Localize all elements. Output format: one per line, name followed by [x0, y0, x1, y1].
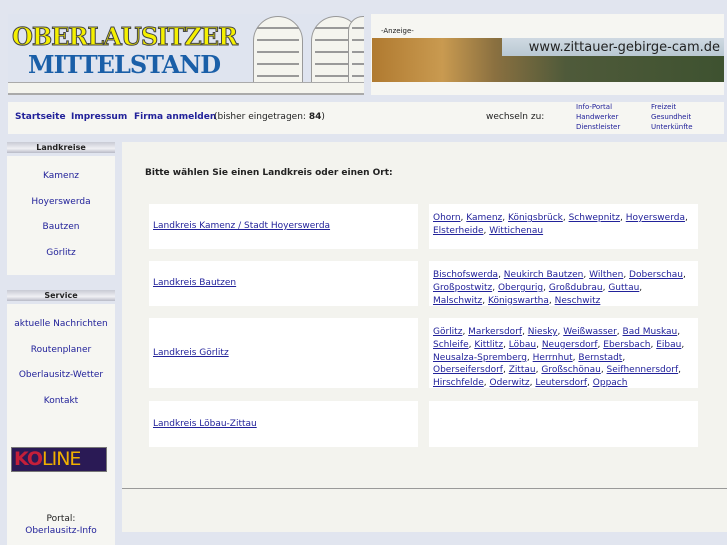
place-link[interactable]: Kittlitz	[474, 340, 503, 350]
portal-link[interactable]: Oberlausitz-Info	[25, 526, 96, 536]
district-link[interactable]: Landkreis Görlitz	[153, 347, 229, 360]
district-link[interactable]: Landkreis Löbau-Zittau	[153, 418, 257, 431]
link-gesundheit[interactable]: Gesundheit	[651, 113, 691, 121]
place-link[interactable]: Wittichenau	[489, 226, 543, 236]
place-link[interactable]: Hirschfelde	[433, 378, 484, 388]
koline-banner[interactable]: KOLINE	[11, 447, 107, 472]
places-card: Bischofswerda, Neukirch Bautzen, Wilthen…	[429, 261, 698, 306]
place-link[interactable]: Ohorn	[433, 213, 461, 223]
place-link[interactable]: Wilthen	[589, 270, 623, 280]
place-link[interactable]: Doberschau	[629, 270, 683, 280]
link-freizeit[interactable]: Freizeit	[651, 103, 676, 111]
link-info-portal[interactable]: Info-Portal	[576, 103, 612, 111]
place-link[interactable]: Görlitz	[433, 327, 462, 337]
place-link[interactable]: Eibau	[656, 340, 681, 350]
portal-label: Portal:	[46, 514, 76, 524]
sidebar-item-goerlitz[interactable]: Görlitz	[7, 241, 115, 267]
place-link[interactable]: Obergurig	[498, 283, 543, 293]
service-header: Service	[7, 290, 115, 301]
ad-text: www.zittauer-gebirge-cam.de	[528, 40, 720, 55]
place-link[interactable]: Ebersbach	[603, 340, 650, 350]
advertisement[interactable]: -Anzeige- www.zittauer-gebirge-cam.de	[371, 14, 724, 95]
link-unterkuenfte[interactable]: Unterkünfte	[651, 123, 693, 131]
nav-impressum[interactable]: Impressum	[71, 112, 127, 122]
top-nav: Startseite Impressum Firma anmelden (bis…	[8, 102, 724, 134]
place-link[interactable]: Königsbrück	[508, 213, 563, 223]
place-link[interactable]: Herrnhut	[533, 353, 573, 363]
place-link[interactable]: Zittau	[509, 365, 536, 375]
district-card: Landkreis Bautzen	[149, 261, 418, 306]
landkreise-header: Landkreise	[7, 142, 115, 153]
district-card: Landkreis Görlitz	[149, 318, 418, 388]
place-link[interactable]: Elsterheide	[433, 226, 483, 236]
sidebar-item-wetter[interactable]: Oberlausitz-Wetter	[7, 363, 115, 389]
place-link[interactable]: Markersdorf	[468, 327, 522, 337]
place-link[interactable]: Kamenz	[466, 213, 502, 223]
place-link[interactable]: Neugersdorf	[542, 340, 598, 350]
switch-label: wechseln zu:	[486, 112, 545, 122]
place-link[interactable]: Malschwitz	[433, 296, 482, 306]
place-link[interactable]: Neusalza-Spremberg	[433, 353, 527, 363]
logo-line1: OBERLAUSITZER	[11, 22, 238, 52]
sidebar-item-nachrichten[interactable]: aktuelle Nachrichten	[7, 312, 115, 338]
places-card: Görlitz, Markersdorf, Niesky, Weißwasser…	[429, 318, 698, 388]
service-menu: aktuelle Nachrichten Routenplaner Oberla…	[7, 304, 115, 545]
place-link[interactable]: Weißwasser	[563, 327, 617, 337]
place-link[interactable]: Königswartha	[488, 296, 549, 306]
place-link[interactable]: Großdubrau	[549, 283, 603, 293]
place-link[interactable]: Schleife	[433, 340, 469, 350]
place-link[interactable]: Großschönau	[541, 365, 600, 375]
landkreise-menu: Kamenz Hoyerswerda Bautzen Görlitz	[7, 156, 115, 275]
main-content: Bitte wählen Sie einen Landkreis oder ei…	[122, 142, 727, 532]
intro-text: Bitte wählen Sie einen Landkreis oder ei…	[145, 168, 393, 178]
ad-banner-image[interactable]: www.zittauer-gebirge-cam.de	[372, 38, 724, 82]
place-link[interactable]: Löbau	[509, 340, 536, 350]
nav-firma-anmelden[interactable]: Firma anmelden	[134, 112, 216, 122]
logo-line2: MITTELSTAND	[28, 50, 221, 79]
link-handwerker[interactable]: Handwerker	[576, 113, 618, 121]
place-link[interactable]: Neschwitz	[555, 296, 601, 306]
link-dienstleister[interactable]: Dienstleister	[576, 123, 620, 131]
sidebar-item-bautzen[interactable]: Bautzen	[7, 215, 115, 241]
places-card	[429, 401, 698, 447]
sidebar-item-hoyerswerda[interactable]: Hoyerswerda	[7, 190, 115, 216]
entry-count: (bisher eingetragen: 84)	[214, 112, 325, 122]
sidebar-item-kontakt[interactable]: Kontakt	[7, 389, 115, 415]
place-link[interactable]: Neukirch Bautzen	[504, 270, 584, 280]
ad-label: -Anzeige-	[381, 27, 414, 35]
nav-startseite[interactable]: Startseite	[15, 112, 66, 122]
place-link[interactable]: Oderwitz	[490, 378, 530, 388]
place-link[interactable]: Schwepnitz	[569, 213, 620, 223]
places-card: Ohorn, Kamenz, Königsbrück, Schwepnitz, …	[429, 204, 698, 249]
place-link[interactable]: Oppach	[593, 378, 628, 388]
place-link[interactable]: Guttau	[608, 283, 639, 293]
place-link[interactable]: Niesky	[528, 327, 558, 337]
place-link[interactable]: Bischofswerda	[433, 270, 498, 280]
place-link[interactable]: Bad Muskau	[623, 327, 678, 337]
site-logo[interactable]: OBERLAUSITZER MITTELSTAND	[8, 14, 364, 95]
place-link[interactable]: Bernstadt	[578, 353, 622, 363]
place-link[interactable]: Großpostwitz	[433, 283, 492, 293]
place-link[interactable]: Seifhennersdorf	[607, 365, 679, 375]
district-link[interactable]: Landkreis Bautzen	[153, 277, 236, 290]
district-card: Landkreis Löbau-Zittau	[149, 401, 418, 447]
district-link[interactable]: Landkreis Kamenz / Stadt Hoyerswerda	[153, 220, 330, 233]
district-card: Landkreis Kamenz / Stadt Hoyerswerda	[149, 204, 418, 249]
place-link[interactable]: Leutersdorf	[535, 378, 587, 388]
sidebar-item-kamenz[interactable]: Kamenz	[7, 164, 115, 190]
divider	[122, 488, 727, 489]
place-link[interactable]: Hoyerswerda	[626, 213, 685, 223]
sidebar-item-routenplaner[interactable]: Routenplaner	[7, 338, 115, 364]
place-link[interactable]: Oberseifersdorf	[433, 365, 503, 375]
